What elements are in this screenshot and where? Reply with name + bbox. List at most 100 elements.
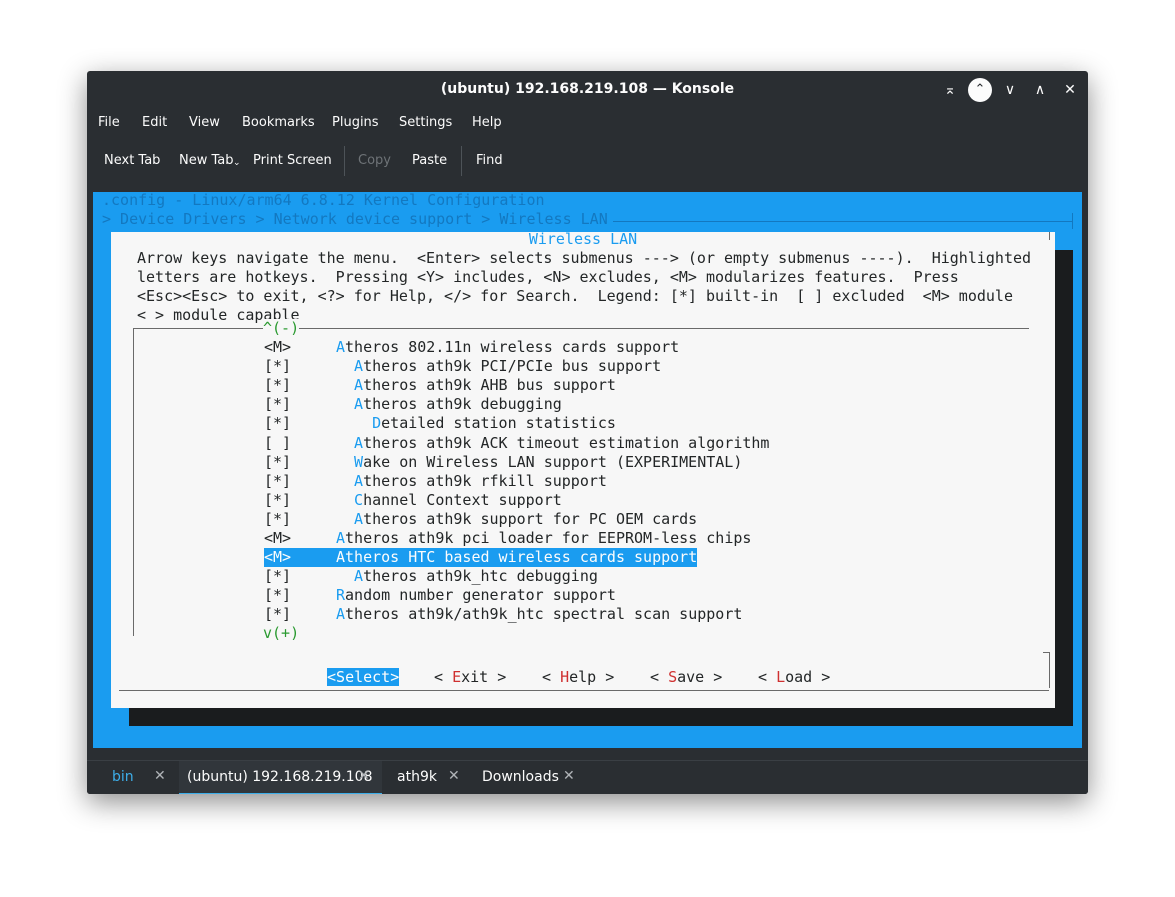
menu-item[interactable]: Atheros ath9k AHB bus support (354, 376, 616, 395)
dialog-button-exit[interactable]: < Exit > (434, 668, 506, 686)
menu-item[interactable]: Atheros ath9k debugging (354, 395, 562, 414)
tab-label: (ubuntu) 192.168.219.108 (187, 769, 373, 785)
menu-item[interactable]: Atheros ath9k_htc debugging (354, 567, 598, 586)
menu-item[interactable]: Detailed station statistics (372, 414, 616, 433)
menu-item[interactable]: Wake on Wireless LAN support (EXPERIMENT… (354, 453, 742, 472)
menu-item-state[interactable]: [*] (264, 414, 291, 433)
tab-label: Downloads (482, 769, 559, 785)
menu-item-state[interactable]: [*] (264, 605, 291, 624)
menu-item-label: theros ath9k PCI/PCIe bus support (363, 357, 662, 376)
maximize-icon[interactable]: ∧ (1031, 81, 1049, 99)
hotkey-letter: D (372, 414, 382, 433)
menu-item-selected[interactable]: Atheros HTC based wireless cards support (336, 548, 698, 568)
button-label: < Load > (758, 668, 831, 686)
title-bar[interactable]: (ubuntu) 192.168.219.108 — Konsole ⌅ ⌃ ∨… (87, 71, 1088, 109)
window-title: (ubuntu) 192.168.219.108 — Konsole (440, 81, 735, 97)
menu-bookmarks[interactable]: Bookmarks (242, 115, 315, 130)
new-tab-dropdown-icon[interactable]: ⌄ (233, 158, 241, 168)
menu-item-state[interactable]: [*] (264, 567, 291, 586)
menu-file[interactable]: File (98, 115, 120, 130)
tab-bar: bin ✕ (ubuntu) 192.168.219.108 ✕ ath9k ✕… (87, 760, 1088, 794)
menu-item-state[interactable]: [*] (264, 357, 291, 376)
menu-item-state[interactable]: [*] (264, 510, 291, 529)
button-hotkey: S (336, 668, 346, 686)
help-line: letters are hotkeys. Pressing <Y> includ… (137, 268, 959, 286)
menu-item-label: andom number generator support (345, 586, 616, 605)
menu-item[interactable]: Atheros ath9k support for PC OEM cards (354, 510, 697, 529)
tab-ubuntu-ssh[interactable]: (ubuntu) 192.168.219.108 ✕ (179, 761, 382, 794)
menu-item-state[interactable]: [*] (264, 453, 291, 472)
next-tab-button[interactable]: Next Tab (104, 153, 160, 168)
shade-button-icon[interactable]: ⌃ (968, 78, 992, 102)
scroll-down-indicator: v(+) (263, 624, 300, 642)
menu-settings[interactable]: Settings (399, 115, 452, 130)
menu-item-state[interactable]: [*] (264, 395, 291, 414)
menu-item-label: theros ath9k support for PC OEM cards (363, 509, 698, 528)
dialog-button-load[interactable]: < Load > (758, 668, 830, 686)
terminal-view[interactable]: .config - Linux/arm64 6.8.12 Kernel Conf… (93, 192, 1082, 748)
menu-item-state[interactable]: <M> (264, 529, 291, 548)
tab-close-icon[interactable]: ✕ (358, 768, 370, 784)
help-line: <Esc><Esc> to exit, <?> for Help, </> fo… (137, 287, 1013, 305)
menu-item-label: ake on Wireless LAN support (EXPERIMENTA… (363, 452, 743, 471)
menu-item-state[interactable]: <M> (264, 338, 291, 357)
tab-bin[interactable]: bin ✕ (91, 761, 179, 794)
tab-close-icon[interactable]: ✕ (563, 768, 575, 784)
hotkey-letter: A (354, 567, 364, 586)
find-button[interactable]: Find (476, 153, 503, 168)
menu-item[interactable]: Atheros ath9k rfkill support (354, 472, 607, 491)
menu-item[interactable]: Atheros ath9k PCI/PCIe bus support (354, 357, 661, 376)
toolbar-separator (461, 146, 462, 176)
print-screen-button[interactable]: Print Screen (253, 153, 332, 168)
dialog-button-save[interactable]: < Save > (650, 668, 722, 686)
menu-item-state[interactable]: [*] (264, 472, 291, 491)
menu-item-state[interactable]: [*] (264, 586, 291, 605)
button-label: < Help > (542, 668, 615, 686)
hotkey-letter: W (354, 452, 364, 471)
dialog-title: Wireless LAN (528, 230, 638, 248)
menu-item-state[interactable]: <M> (264, 548, 291, 568)
breadcrumb: > Device Drivers > Network device suppor… (102, 210, 617, 228)
paste-button[interactable]: Paste (412, 153, 447, 168)
menu-item-label: theros ath9k AHB bus support (363, 376, 616, 395)
toolbar: Next Tab New Tab ⌄ Print Screen Copy Pas… (87, 141, 1088, 179)
keep-above-icon[interactable]: ⌅ (941, 81, 959, 99)
dialog-button-help[interactable]: < Help > (542, 668, 614, 686)
menu-edit[interactable]: Edit (142, 115, 167, 130)
menu-item[interactable]: Atheros 802.11n wireless cards support (336, 338, 679, 357)
menu-box-corner (133, 622, 134, 635)
menu-help[interactable]: Help (472, 115, 502, 130)
new-tab-button[interactable]: New Tab (179, 153, 234, 168)
breadcrumb-rule (613, 221, 1073, 222)
toolbar-separator (344, 146, 345, 176)
copy-button[interactable]: Copy (358, 153, 391, 168)
close-icon[interactable]: ✕ (1061, 81, 1079, 99)
button-hotkey: H (560, 668, 570, 686)
menu-item[interactable]: Channel Context support (354, 491, 562, 510)
menu-item-label: theros HTC based wireless cards support (345, 548, 698, 567)
tab-close-icon[interactable]: ✕ (154, 768, 166, 784)
dialog-button-select[interactable]: <Select> (327, 668, 400, 686)
menu-plugins[interactable]: Plugins (332, 115, 379, 130)
menu-item[interactable]: Atheros ath9k ACK timeout estimation alg… (354, 434, 769, 453)
dialog-edge (1049, 232, 1050, 240)
menu-item[interactable]: Random number generator support (336, 586, 616, 605)
menu-item[interactable]: Atheros ath9k pci loader for EEPROM-less… (336, 529, 751, 548)
menu-item[interactable]: Atheros ath9k/ath9k_htc spectral scan su… (336, 605, 742, 624)
menu-item-label: theros ath9k pci loader for EEPROM-less … (345, 529, 752, 547)
menu-view[interactable]: View (189, 115, 220, 130)
menu-item-label: etailed station statistics (381, 414, 616, 433)
menu-item-state[interactable]: [*] (264, 491, 291, 510)
minimize-icon[interactable]: ∨ (1001, 81, 1019, 99)
menu-item-state[interactable]: [ ] (264, 434, 291, 453)
hotkey-letter: A (336, 338, 346, 356)
menu-item-state[interactable]: [*] (264, 376, 291, 395)
tab-downloads[interactable]: Downloads ✕ (470, 761, 585, 794)
menu-item-label: theros ath9k rfkill support (363, 471, 607, 490)
hotkey-letter: C (354, 490, 364, 509)
hotkey-letter: R (336, 586, 346, 605)
tab-close-icon[interactable]: ✕ (448, 768, 460, 784)
tab-ath9k[interactable]: ath9k ✕ (382, 761, 470, 794)
hotkey-letter: A (354, 376, 364, 395)
menu-item-label: theros ath9k/ath9k_htc spectral scan sup… (345, 605, 743, 624)
